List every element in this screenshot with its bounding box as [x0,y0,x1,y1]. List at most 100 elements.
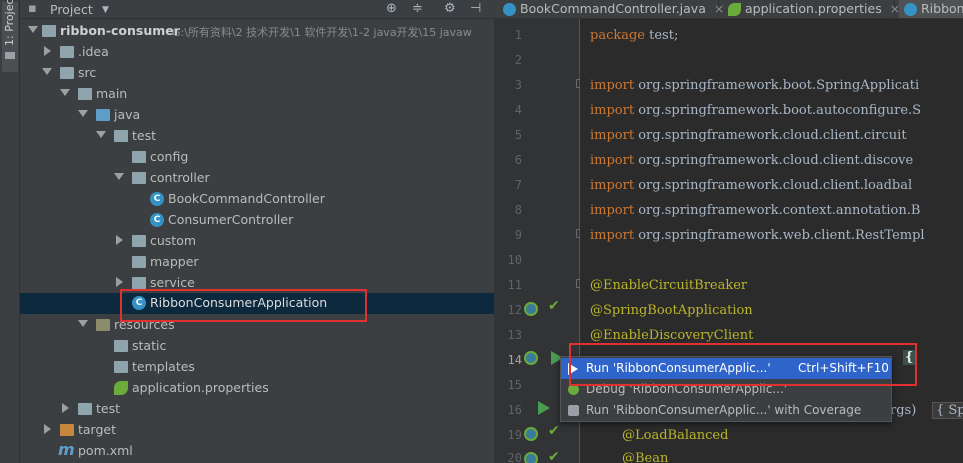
package-icon [114,130,128,142]
code-line-9: import org.springframework.web.client.Re… [590,228,925,243]
package-icon [132,277,146,289]
chevron-down-icon[interactable] [96,131,106,138]
line-number: 12 [507,303,522,317]
excluded-folder-icon [60,424,74,436]
tree-item-idea[interactable]: .idea [20,42,494,63]
menu-item-label: Run 'RibbonConsumerApplic...' with Cover… [586,403,862,417]
chevron-right-icon[interactable] [116,235,123,245]
project-toolbar: ▪ Project ▼ ⊕ ≑ ⚙ ⊣ [20,0,494,19]
code-annotation: @EnableDiscoveryClient [590,328,754,343]
code-folded-region[interactable]: { Sp [932,402,963,419]
line-number: 15 [507,378,522,392]
checkmark-icon[interactable]: ✔ [548,423,560,439]
line-number: 19 [507,428,522,442]
spring-bean-icon[interactable] [524,302,538,316]
tree-item-src[interactable]: src [20,63,494,84]
chevron-down-icon[interactable]: ▼ [102,5,109,15]
tree-item-java[interactable]: java [20,105,494,126]
spring-bean-icon[interactable] [524,452,538,463]
coverage-icon [568,405,579,416]
class-icon: C [150,213,164,227]
panel-title[interactable]: Project [50,2,93,17]
chevron-right-icon[interactable] [116,277,123,287]
line-number: 4 [514,103,522,117]
code-text: org.springframework.cloud.client.loadbal [638,178,913,193]
folder-icon: ▪ [28,1,37,16]
tree-item-target[interactable]: target [20,420,494,441]
code-line-7: import org.springframework.cloud.client.… [590,178,912,193]
run-icon[interactable] [538,401,550,415]
locate-icon[interactable]: ⊕ [386,1,397,16]
code-keyword: import [590,203,635,218]
folder-icon [78,88,92,100]
code-annotation: @EnableCircuitBreaker [590,278,748,293]
tree-item-controller[interactable]: controller [20,168,494,189]
line-number: 10 [507,253,522,267]
code-text: test; [645,28,679,43]
tab-application-properties[interactable]: application.properties × [723,0,900,18]
class-icon [904,3,917,16]
tree-label: static [132,338,167,353]
tree-item-test-pkg[interactable]: test [20,126,494,147]
package-icon [132,151,146,163]
code-annotation: @SpringBootApplication [590,303,753,318]
code-annotation: @Bean [622,451,669,463]
tree-label: templates [132,359,195,374]
tab-label: application.properties [745,1,882,16]
tree-label: service [150,275,195,290]
chevron-down-icon[interactable] [78,320,88,327]
checkmark-icon[interactable]: ✔ [548,449,560,463]
tree-label: pom.xml [78,443,133,458]
class-icon: C [150,192,164,206]
gear-icon[interactable]: ⚙ [444,1,456,16]
chevron-right-icon[interactable] [44,46,51,56]
code-annotation: @LoadBalanced [622,428,729,443]
spring-leaf-icon [728,3,741,16]
package-icon [132,172,146,184]
hide-icon[interactable]: ⊣ [470,1,481,16]
tree-label: test [132,128,157,143]
highlight-annotation-box [569,343,917,386]
tree-item-consumer-controller[interactable]: C ConsumerController [20,210,494,231]
tree-root[interactable]: ribbon-consumer G:\所有资料\2 技术开发\1 软件开发\1-… [20,21,494,42]
chevron-right-icon[interactable] [62,403,69,413]
spring-bean-icon[interactable] [524,427,538,441]
folder-icon [5,52,15,59]
menu-item-coverage[interactable]: Run 'RibbonConsumerApplic...' with Cover… [561,400,891,421]
chevron-right-icon[interactable] [44,424,51,434]
code-text: org.springframework.boot.autoconfigure.S [638,103,922,118]
tree-item-custom[interactable]: custom [20,231,494,252]
tree-item-book-controller[interactable]: C BookCommandController [20,189,494,210]
tree-item-application-properties[interactable]: application.properties [20,378,494,399]
tree-item-static[interactable]: static [20,336,494,357]
chevron-down-icon[interactable] [60,89,70,96]
line-number: 13 [507,328,522,342]
code-keyword: import [590,103,635,118]
tree-item-templates[interactable]: templates [20,357,494,378]
chevron-down-icon[interactable] [42,68,52,75]
chevron-down-icon[interactable] [114,173,124,180]
folder-icon [114,340,128,352]
tree-item-config[interactable]: config [20,147,494,168]
chevron-down-icon[interactable] [28,26,38,33]
code-keyword: import [590,128,635,143]
chevron-down-icon[interactable] [78,110,88,117]
tree-label: application.properties [132,380,269,395]
module-folder-icon [42,25,56,37]
tab-label: Ribbon [921,1,963,16]
code-text: org.springframework.web.client.RestTempl [638,228,925,243]
line-number: 20 [507,451,522,463]
tree-item-test-dir[interactable]: test [20,399,494,420]
tree-item-pom[interactable]: m pom.xml [20,441,494,462]
tab-ribbon-app[interactable]: Ribbon [899,0,963,18]
checkmark-icon[interactable]: ✔ [548,298,560,314]
code-line-8: import org.springframework.context.annot… [590,203,920,218]
tab-book-command-controller[interactable]: BookCommandController.java × [498,0,724,18]
folder-icon [60,46,74,58]
project-tool-label[interactable]: 1: Project [3,0,16,46]
tree-item-mapper[interactable]: mapper [20,252,494,273]
tree-item-main[interactable]: main [20,84,494,105]
spring-bean-icon[interactable] [524,351,538,365]
line-number: 7 [514,178,522,192]
collapse-icon[interactable]: ≑ [412,1,423,16]
